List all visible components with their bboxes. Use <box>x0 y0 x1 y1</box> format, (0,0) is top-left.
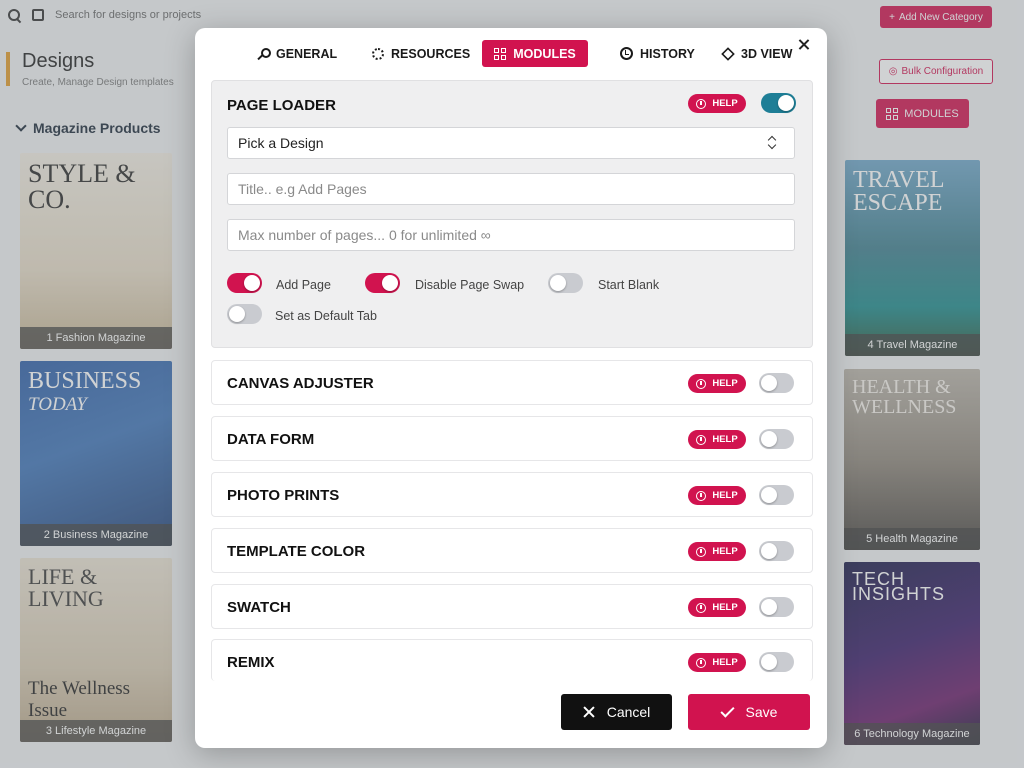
tab-3d-view[interactable]: 3D VIEW <box>712 40 802 67</box>
tab-resources[interactable]: RESOURCES <box>362 40 480 67</box>
start-blank-toggle[interactable] <box>548 273 583 293</box>
cancel-button[interactable]: Cancel <box>561 694 672 730</box>
module-title: CANVAS ADJUSTER <box>227 375 374 392</box>
module-row-remix: REMIX HELP <box>211 639 813 681</box>
module-toggle[interactable] <box>759 541 794 561</box>
help-label: HELP <box>712 546 738 557</box>
gear-icon <box>372 47 384 60</box>
module-toggle[interactable] <box>759 373 794 393</box>
page-loader-toggle[interactable] <box>761 93 796 113</box>
max-pages-field[interactable] <box>227 219 795 251</box>
clock-icon <box>620 47 633 60</box>
module-row-swatch: SWATCH HELP <box>211 584 813 629</box>
info-icon <box>696 657 707 668</box>
help-button[interactable]: HELP <box>688 430 746 449</box>
help-label: HELP <box>712 98 738 109</box>
module-title: SWATCH <box>227 599 291 616</box>
check-icon <box>719 702 735 718</box>
tab-label: 3D VIEW <box>741 46 793 61</box>
save-label: Save <box>745 704 778 720</box>
set-default-tab-label: Set as Default Tab <box>275 309 377 323</box>
wrench-icon <box>257 47 271 60</box>
disable-page-swap-toggle[interactable] <box>365 273 400 293</box>
help-label: HELP <box>712 378 738 389</box>
module-toggle[interactable] <box>759 652 794 672</box>
module-row-photo-prints: PHOTO PRINTS HELP <box>211 472 813 517</box>
tab-label: HISTORY <box>640 46 695 61</box>
info-icon <box>696 490 707 501</box>
max-pages-input[interactable] <box>238 227 794 243</box>
help-button[interactable]: HELP <box>688 542 746 561</box>
start-blank-label: Start Blank <box>598 278 660 292</box>
modules-dialog: GENERAL RESOURCES MODULES HISTORY 3D VIE… <box>195 28 827 748</box>
tab-modules[interactable]: MODULES <box>482 40 588 67</box>
help-button[interactable]: HELP <box>688 598 746 617</box>
module-toggle[interactable] <box>759 429 794 449</box>
design-select-value: Pick a Design <box>238 135 324 151</box>
cube-icon <box>721 46 735 61</box>
select-arrows-icon <box>768 136 776 150</box>
disable-page-swap-label: Disable Page Swap <box>415 278 525 292</box>
set-default-tab-toggle[interactable] <box>227 304 262 324</box>
info-icon <box>696 98 707 109</box>
cancel-label: Cancel <box>606 704 651 720</box>
module-title: PAGE LOADER <box>227 97 336 114</box>
help-label: HELP <box>712 434 738 445</box>
grid-icon <box>494 47 507 60</box>
help-button[interactable]: HELP <box>688 486 746 505</box>
tab-label: RESOURCES <box>391 46 471 61</box>
module-row-data-form: DATA FORM HELP <box>211 416 813 461</box>
tab-label: GENERAL <box>276 46 338 61</box>
help-button[interactable]: HELP <box>688 94 746 113</box>
close-icon <box>583 706 595 718</box>
help-label: HELP <box>712 657 738 668</box>
tab-label: MODULES <box>513 46 576 61</box>
title-field[interactable] <box>227 173 795 205</box>
info-icon <box>696 546 707 557</box>
module-toggle[interactable] <box>759 485 794 505</box>
help-button[interactable]: HELP <box>688 374 746 393</box>
info-icon <box>696 602 707 613</box>
module-toggle[interactable] <box>759 597 794 617</box>
info-icon <box>696 434 707 445</box>
module-title: REMIX <box>227 654 275 671</box>
close-icon[interactable] <box>797 38 811 52</box>
help-button[interactable]: HELP <box>688 653 746 672</box>
module-row-canvas-adjuster: CANVAS ADJUSTER HELP <box>211 360 813 405</box>
help-label: HELP <box>712 490 738 501</box>
module-title: TEMPLATE COLOR <box>227 543 366 560</box>
tab-bar: GENERAL RESOURCES MODULES HISTORY 3D VIE… <box>195 28 827 80</box>
tab-history[interactable]: HISTORY <box>610 40 705 67</box>
page-loader-panel: PAGE LOADER HELP Pick a Design Add Page … <box>211 80 813 348</box>
module-row-template-color: TEMPLATE COLOR HELP <box>211 528 813 573</box>
design-select[interactable]: Pick a Design <box>227 127 795 159</box>
module-title: PHOTO PRINTS <box>227 487 340 504</box>
title-input[interactable] <box>238 181 794 197</box>
add-page-label: Add Page <box>276 278 331 292</box>
help-label: HELP <box>712 602 738 613</box>
info-icon <box>696 378 707 389</box>
add-page-toggle[interactable] <box>227 273 262 293</box>
save-button[interactable]: Save <box>688 694 810 730</box>
tab-general[interactable]: GENERAL <box>247 40 347 67</box>
module-title: DATA FORM <box>227 431 315 448</box>
